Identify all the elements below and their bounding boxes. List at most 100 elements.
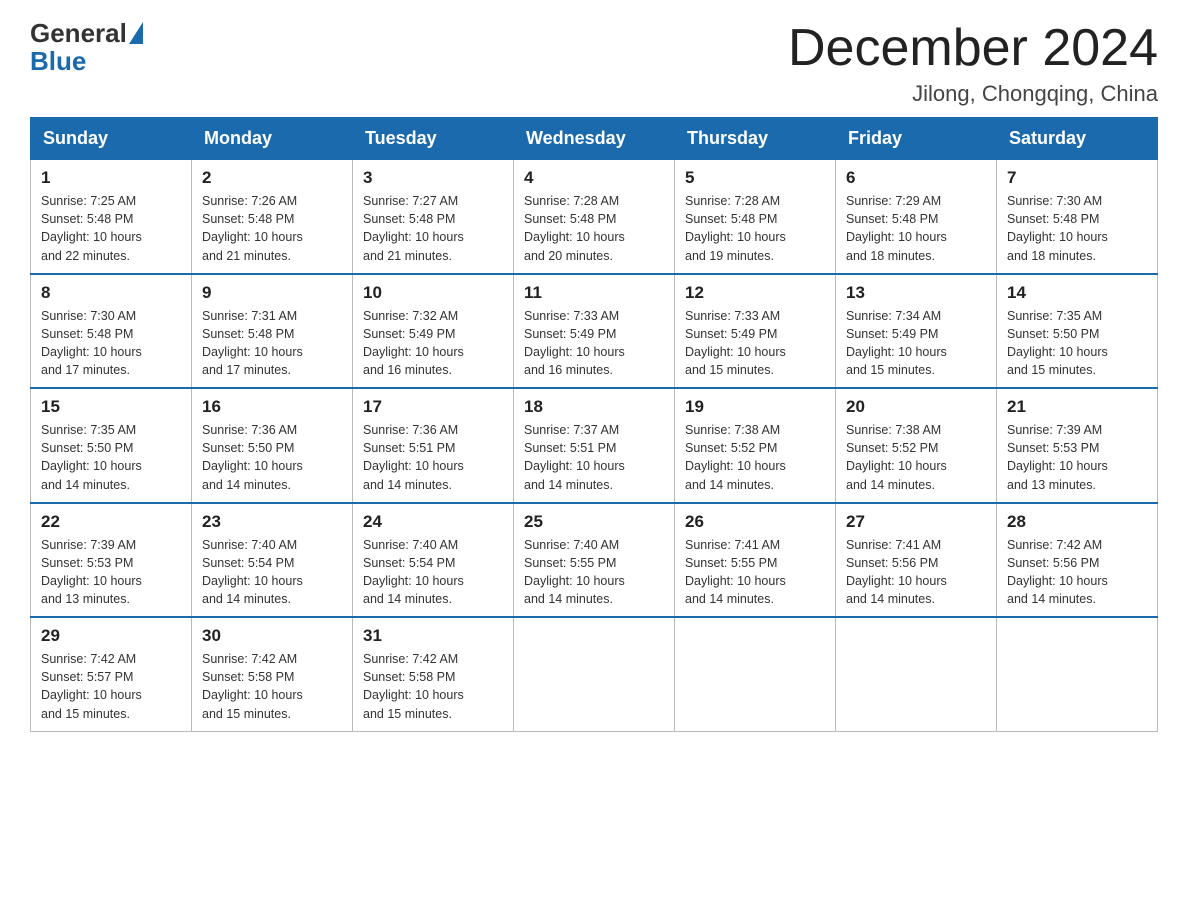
calendar-cell: 28 Sunrise: 7:42 AMSunset: 5:56 PMDayligh… bbox=[997, 503, 1158, 618]
day-number: 31 bbox=[363, 626, 503, 646]
day-info: Sunrise: 7:27 AMSunset: 5:48 PMDaylight:… bbox=[363, 192, 503, 265]
logo-general-text: General bbox=[30, 20, 127, 46]
day-number: 20 bbox=[846, 397, 986, 417]
header-tuesday: Tuesday bbox=[353, 118, 514, 160]
day-number: 5 bbox=[685, 168, 825, 188]
day-info: Sunrise: 7:25 AMSunset: 5:48 PMDaylight:… bbox=[41, 192, 181, 265]
week-row-3: 15 Sunrise: 7:35 AMSunset: 5:50 PMDayligh… bbox=[31, 388, 1158, 503]
calendar-cell: 26 Sunrise: 7:41 AMSunset: 5:55 PMDayligh… bbox=[675, 503, 836, 618]
calendar-cell: 16 Sunrise: 7:36 AMSunset: 5:50 PMDayligh… bbox=[192, 388, 353, 503]
day-info: Sunrise: 7:38 AMSunset: 5:52 PMDaylight:… bbox=[846, 421, 986, 494]
day-info: Sunrise: 7:42 AMSunset: 5:56 PMDaylight:… bbox=[1007, 536, 1147, 609]
calendar-cell: 29 Sunrise: 7:42 AMSunset: 5:57 PMDayligh… bbox=[31, 617, 192, 731]
day-info: Sunrise: 7:39 AMSunset: 5:53 PMDaylight:… bbox=[1007, 421, 1147, 494]
day-info: Sunrise: 7:33 AMSunset: 5:49 PMDaylight:… bbox=[524, 307, 664, 380]
calendar-cell: 20 Sunrise: 7:38 AMSunset: 5:52 PMDayligh… bbox=[836, 388, 997, 503]
calendar-cell: 23 Sunrise: 7:40 AMSunset: 5:54 PMDayligh… bbox=[192, 503, 353, 618]
day-info: Sunrise: 7:39 AMSunset: 5:53 PMDaylight:… bbox=[41, 536, 181, 609]
day-number: 22 bbox=[41, 512, 181, 532]
calendar-cell: 1Sunrise: 7:25 AMSunset: 5:48 PMDaylight… bbox=[31, 160, 192, 274]
week-row-5: 29 Sunrise: 7:42 AMSunset: 5:57 PMDayligh… bbox=[31, 617, 1158, 731]
calendar-cell: 24Sunrise: 7:40 AMSunset: 5:54 PMDayligh… bbox=[353, 503, 514, 618]
calendar-cell: 10Sunrise: 7:32 AMSunset: 5:49 PMDayligh… bbox=[353, 274, 514, 389]
day-info: Sunrise: 7:38 AMSunset: 5:52 PMDaylight:… bbox=[685, 421, 825, 494]
day-info: Sunrise: 7:28 AMSunset: 5:48 PMDaylight:… bbox=[524, 192, 664, 265]
day-info: Sunrise: 7:35 AMSunset: 5:50 PMDaylight:… bbox=[1007, 307, 1147, 380]
day-info: Sunrise: 7:42 AMSunset: 5:57 PMDaylight:… bbox=[41, 650, 181, 723]
calendar-cell: 9 Sunrise: 7:31 AMSunset: 5:48 PMDaylight… bbox=[192, 274, 353, 389]
day-info: Sunrise: 7:30 AMSunset: 5:48 PMDaylight:… bbox=[41, 307, 181, 380]
calendar-cell: 22 Sunrise: 7:39 AMSunset: 5:53 PMDayligh… bbox=[31, 503, 192, 618]
day-number: 19 bbox=[685, 397, 825, 417]
calendar-cell bbox=[675, 617, 836, 731]
calendar-cell: 8Sunrise: 7:30 AMSunset: 5:48 PMDaylight… bbox=[31, 274, 192, 389]
day-info: Sunrise: 7:35 AMSunset: 5:50 PMDaylight:… bbox=[41, 421, 181, 494]
day-number: 12 bbox=[685, 283, 825, 303]
day-info: Sunrise: 7:40 AMSunset: 5:54 PMDaylight:… bbox=[363, 536, 503, 609]
day-info: Sunrise: 7:33 AMSunset: 5:49 PMDaylight:… bbox=[685, 307, 825, 380]
day-number: 18 bbox=[524, 397, 664, 417]
logo-blue-text: Blue bbox=[30, 46, 86, 77]
day-info: Sunrise: 7:29 AMSunset: 5:48 PMDaylight:… bbox=[846, 192, 986, 265]
week-row-4: 22 Sunrise: 7:39 AMSunset: 5:53 PMDayligh… bbox=[31, 503, 1158, 618]
calendar-cell: 27 Sunrise: 7:41 AMSunset: 5:56 PMDayligh… bbox=[836, 503, 997, 618]
calendar-cell: 25Sunrise: 7:40 AMSunset: 5:55 PMDayligh… bbox=[514, 503, 675, 618]
day-number: 6 bbox=[846, 168, 986, 188]
day-info: Sunrise: 7:41 AMSunset: 5:55 PMDaylight:… bbox=[685, 536, 825, 609]
calendar-cell bbox=[514, 617, 675, 731]
calendar-cell: 6 Sunrise: 7:29 AMSunset: 5:48 PMDaylight… bbox=[836, 160, 997, 274]
day-number: 27 bbox=[846, 512, 986, 532]
day-info: Sunrise: 7:34 AMSunset: 5:49 PMDaylight:… bbox=[846, 307, 986, 380]
calendar-cell: 3 Sunrise: 7:27 AMSunset: 5:48 PMDaylight… bbox=[353, 160, 514, 274]
day-number: 14 bbox=[1007, 283, 1147, 303]
header-sunday: Sunday bbox=[31, 118, 192, 160]
day-number: 16 bbox=[202, 397, 342, 417]
day-number: 10 bbox=[363, 283, 503, 303]
day-info: Sunrise: 7:31 AMSunset: 5:48 PMDaylight:… bbox=[202, 307, 342, 380]
calendar-cell: 31 Sunrise: 7:42 AMSunset: 5:58 PMDayligh… bbox=[353, 617, 514, 731]
calendar-cell bbox=[836, 617, 997, 731]
header-friday: Friday bbox=[836, 118, 997, 160]
month-title: December 2024 bbox=[788, 20, 1158, 77]
header-saturday: Saturday bbox=[997, 118, 1158, 160]
day-number: 7 bbox=[1007, 168, 1147, 188]
day-info: Sunrise: 7:40 AMSunset: 5:54 PMDaylight:… bbox=[202, 536, 342, 609]
calendar-cell: 17Sunrise: 7:36 AMSunset: 5:51 PMDayligh… bbox=[353, 388, 514, 503]
calendar-cell: 7Sunrise: 7:30 AMSunset: 5:48 PMDaylight… bbox=[997, 160, 1158, 274]
calendar-cell: 15 Sunrise: 7:35 AMSunset: 5:50 PMDayligh… bbox=[31, 388, 192, 503]
calendar-cell: 21 Sunrise: 7:39 AMSunset: 5:53 PMDayligh… bbox=[997, 388, 1158, 503]
day-number: 30 bbox=[202, 626, 342, 646]
day-number: 3 bbox=[363, 168, 503, 188]
day-number: 21 bbox=[1007, 397, 1147, 417]
calendar-cell: 11 Sunrise: 7:33 AMSunset: 5:49 PMDayligh… bbox=[514, 274, 675, 389]
day-number: 26 bbox=[685, 512, 825, 532]
calendar-cell: 18 Sunrise: 7:37 AMSunset: 5:51 PMDayligh… bbox=[514, 388, 675, 503]
location: Jilong, Chongqing, China bbox=[788, 81, 1158, 107]
day-number: 13 bbox=[846, 283, 986, 303]
calendar-cell bbox=[997, 617, 1158, 731]
week-row-2: 8Sunrise: 7:30 AMSunset: 5:48 PMDaylight… bbox=[31, 274, 1158, 389]
page-header: General Blue December 2024 Jilong, Chong… bbox=[30, 20, 1158, 107]
day-number: 9 bbox=[202, 283, 342, 303]
calendar-cell: 4 Sunrise: 7:28 AMSunset: 5:48 PMDaylight… bbox=[514, 160, 675, 274]
header-row: SundayMondayTuesdayWednesdayThursdayFrid… bbox=[31, 118, 1158, 160]
logo: General Blue bbox=[30, 20, 145, 77]
day-number: 15 bbox=[41, 397, 181, 417]
calendar-cell: 12 Sunrise: 7:33 AMSunset: 5:49 PMDayligh… bbox=[675, 274, 836, 389]
day-number: 4 bbox=[524, 168, 664, 188]
day-info: Sunrise: 7:42 AMSunset: 5:58 PMDaylight:… bbox=[363, 650, 503, 723]
day-info: Sunrise: 7:41 AMSunset: 5:56 PMDaylight:… bbox=[846, 536, 986, 609]
day-number: 23 bbox=[202, 512, 342, 532]
day-number: 28 bbox=[1007, 512, 1147, 532]
day-number: 25 bbox=[524, 512, 664, 532]
day-info: Sunrise: 7:37 AMSunset: 5:51 PMDaylight:… bbox=[524, 421, 664, 494]
calendar-cell: 19 Sunrise: 7:38 AMSunset: 5:52 PMDayligh… bbox=[675, 388, 836, 503]
day-info: Sunrise: 7:42 AMSunset: 5:58 PMDaylight:… bbox=[202, 650, 342, 723]
calendar-cell: 14 Sunrise: 7:35 AMSunset: 5:50 PMDayligh… bbox=[997, 274, 1158, 389]
calendar-table: SundayMondayTuesdayWednesdayThursdayFrid… bbox=[30, 117, 1158, 732]
day-number: 29 bbox=[41, 626, 181, 646]
day-info: Sunrise: 7:26 AMSunset: 5:48 PMDaylight:… bbox=[202, 192, 342, 265]
day-number: 17 bbox=[363, 397, 503, 417]
day-number: 11 bbox=[524, 283, 664, 303]
day-info: Sunrise: 7:36 AMSunset: 5:50 PMDaylight:… bbox=[202, 421, 342, 494]
